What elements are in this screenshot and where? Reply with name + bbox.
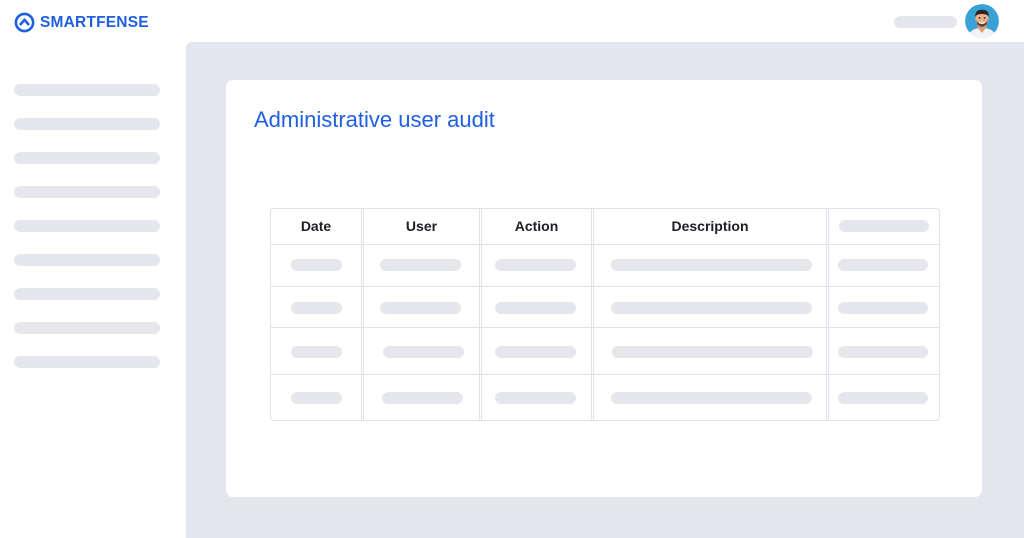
- brand-name: SMARTFENSE: [40, 13, 149, 31]
- sidebar-item[interactable]: [14, 186, 160, 198]
- table-cell-placeholder: [611, 302, 812, 314]
- audit-card: Administrative user audit Date User Acti…: [226, 80, 982, 497]
- table-cell-placeholder: [291, 346, 342, 358]
- column-header-action[interactable]: Action: [481, 208, 592, 244]
- table-cell-placeholder: [495, 259, 576, 271]
- table-cell-placeholder: [611, 259, 812, 271]
- table-cell-placeholder: [838, 346, 928, 358]
- row-divider: [270, 374, 940, 375]
- sidebar-item[interactable]: [14, 220, 160, 232]
- page-title: Administrative user audit: [254, 107, 495, 132]
- user-name-placeholder: [894, 16, 957, 28]
- row-divider: [270, 244, 940, 245]
- column-header-date[interactable]: Date: [270, 208, 362, 244]
- sidebar: [0, 42, 186, 538]
- table-cell-placeholder: [838, 392, 928, 404]
- user-avatar-icon: [965, 4, 999, 38]
- table-cell-placeholder: [291, 302, 342, 314]
- sidebar-item[interactable]: [14, 84, 160, 96]
- table-cell-placeholder: [838, 302, 928, 314]
- table-cell-placeholder: [495, 346, 576, 358]
- column-header-description[interactable]: Description: [593, 208, 827, 244]
- sidebar-item[interactable]: [14, 288, 160, 300]
- app-window: SMARTFENSE Administrative user audit Dat…: [0, 0, 1024, 538]
- sidebar-item[interactable]: [14, 322, 160, 334]
- table-cell-placeholder: [838, 259, 928, 271]
- smartfense-logo-icon: [14, 12, 35, 33]
- sidebar-item[interactable]: [14, 356, 160, 368]
- table-cell-placeholder: [380, 259, 461, 271]
- sidebar-item[interactable]: [14, 118, 160, 130]
- audit-table: Date User Action Description: [270, 208, 940, 421]
- table-cell-placeholder: [291, 259, 342, 271]
- table-cell-placeholder: [380, 302, 461, 314]
- sidebar-item[interactable]: [14, 254, 160, 266]
- brand-logo[interactable]: SMARTFENSE: [14, 12, 149, 33]
- table-cell-placeholder: [495, 392, 576, 404]
- main-content: Administrative user audit Date User Acti…: [186, 42, 1024, 538]
- table-cell-placeholder: [382, 392, 463, 404]
- table-cell-placeholder: [383, 346, 464, 358]
- table-cell-placeholder: [611, 392, 812, 404]
- column-header-extra[interactable]: [828, 208, 940, 244]
- table-cell-placeholder: [495, 302, 576, 314]
- column-header-placeholder: [839, 220, 929, 232]
- row-divider: [270, 327, 940, 328]
- user-avatar[interactable]: [965, 4, 999, 38]
- row-divider: [270, 286, 940, 287]
- table-cell-placeholder: [612, 346, 813, 358]
- table-cell-placeholder: [291, 392, 342, 404]
- column-header-user[interactable]: User: [363, 208, 480, 244]
- sidebar-item[interactable]: [14, 152, 160, 164]
